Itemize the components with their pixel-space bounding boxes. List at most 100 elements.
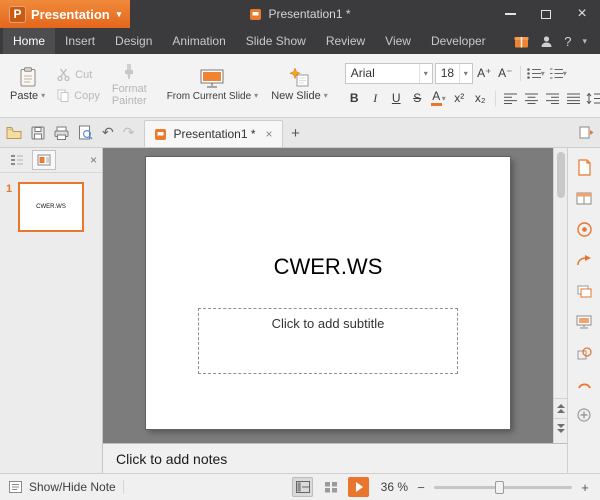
minimize-button[interactable] — [492, 0, 528, 28]
open-folder-icon[interactable] — [6, 126, 22, 139]
thumbnail-view-button[interactable] — [32, 150, 56, 170]
normal-view-button[interactable] — [292, 477, 313, 497]
chevron-down-icon — [557, 429, 565, 433]
zoom-slider-thumb[interactable] — [495, 481, 504, 494]
align-left-button[interactable] — [501, 89, 520, 108]
paste-label: Paste — [10, 90, 38, 102]
menubar-right-icons: ? ▾ — [514, 28, 597, 54]
slide-canvas[interactable]: CWER.WS Click to add subtitle — [103, 148, 553, 443]
line-spacing-button[interactable] — [585, 89, 600, 108]
cut-button[interactable]: Cut — [57, 68, 100, 81]
slides-panel-header: × — [0, 148, 102, 173]
close-tab-icon[interactable]: × — [266, 127, 273, 141]
zoom-slider[interactable] — [434, 486, 572, 489]
tab-view[interactable]: View — [375, 28, 421, 54]
maximize-icon — [541, 10, 551, 19]
format-painter-icon — [122, 63, 136, 80]
maximize-button[interactable] — [528, 0, 564, 28]
new-document-icon[interactable] — [573, 157, 595, 177]
save-icon[interactable] — [31, 126, 45, 140]
tab-bar-menu-button[interactable] — [579, 126, 594, 139]
slide-title-text[interactable]: CWER.WS — [146, 254, 510, 280]
numbered-list-button[interactable]: ▾ — [548, 64, 568, 83]
outline-view-button[interactable] — [5, 150, 29, 170]
slide-thumbnail-item[interactable]: 1 CWER.WS — [0, 173, 102, 241]
chevron-down-icon[interactable]: ▾ — [459, 64, 472, 83]
justify-button[interactable] — [564, 89, 583, 108]
align-center-button[interactable] — [522, 89, 541, 108]
tab-slide-show[interactable]: Slide Show — [236, 28, 316, 54]
undo-button[interactable]: ↶ — [102, 124, 114, 141]
copy-button[interactable]: Copy — [57, 89, 100, 102]
share-icon[interactable] — [573, 250, 595, 270]
previous-slide-button[interactable] — [554, 398, 567, 418]
projector-icon[interactable] — [573, 312, 595, 332]
tab-home[interactable]: Home — [3, 28, 55, 54]
tab-developer[interactable]: Developer — [421, 28, 496, 54]
chevron-down-icon: ▾ — [324, 92, 328, 101]
redo-button[interactable]: ↷ — [123, 124, 135, 141]
chevron-up-icon — [557, 409, 565, 413]
print-icon[interactable] — [54, 126, 69, 140]
next-slide-button[interactable] — [554, 418, 567, 438]
align-right-button[interactable] — [543, 89, 562, 108]
zoom-value[interactable]: 36 % — [376, 480, 408, 494]
underline-button[interactable]: U — [387, 89, 406, 108]
new-tab-button[interactable]: + — [283, 120, 309, 147]
help-button[interactable]: ? — [564, 34, 571, 49]
slide-navigation — [554, 398, 567, 443]
main-content: × 1 CWER.WS CWER.WS Click to add subtitl… — [0, 148, 600, 473]
close-panel-button[interactable]: × — [90, 153, 97, 167]
tab-design[interactable]: Design — [105, 28, 162, 54]
subscript-button[interactable]: x₂ — [471, 89, 490, 108]
print-preview-icon[interactable] — [78, 125, 93, 140]
user-account-icon[interactable] — [540, 35, 553, 48]
format-painter-button[interactable]: Format Painter — [106, 57, 153, 113]
paste-button[interactable]: Paste▾ — [4, 57, 51, 113]
add-pane-icon[interactable] — [573, 405, 595, 425]
slideshow-button[interactable] — [348, 477, 369, 497]
selection-pane-icon[interactable] — [573, 374, 595, 394]
duplicate-slide-icon[interactable] — [573, 281, 595, 301]
font-color-button[interactable]: A ▾ — [429, 89, 448, 108]
grow-font-button[interactable]: A⁺ — [475, 64, 494, 83]
slide-thumbnail[interactable]: CWER.WS — [18, 182, 84, 232]
gift-icon[interactable] — [514, 34, 529, 48]
document-tab-active[interactable]: Presentation1 * × — [144, 120, 282, 147]
scrollbar-thumb[interactable] — [557, 152, 565, 198]
resources-icon[interactable] — [573, 219, 595, 239]
close-button[interactable]: × — [564, 0, 600, 28]
subtitle-placeholder[interactable]: Click to add subtitle — [198, 308, 458, 374]
slide-sorter-view-button[interactable] — [320, 477, 341, 497]
notes-pane[interactable]: Click to add notes — [103, 443, 567, 473]
show-hide-note-button[interactable]: Show/Hide Note — [29, 480, 116, 494]
collapse-ribbon-icon[interactable]: ▾ — [582, 36, 587, 47]
app-menu-button[interactable]: P Presentation ▾ — [0, 0, 130, 28]
bold-button[interactable]: B — [345, 89, 364, 108]
slide-layout-icon[interactable] — [573, 188, 595, 208]
from-current-slide-button[interactable]: From Current Slide▾ — [161, 57, 264, 113]
bullet-list-button[interactable]: ▾ — [526, 64, 546, 83]
tab-insert[interactable]: Insert — [55, 28, 105, 54]
new-slide-button[interactable]: New Slide▾ — [265, 57, 334, 113]
slide[interactable]: CWER.WS Click to add subtitle — [146, 157, 510, 429]
superscript-button[interactable]: x² — [450, 89, 469, 108]
format-painter-label-2: Painter — [112, 95, 147, 107]
zoom-in-button[interactable]: + — [579, 480, 591, 495]
tab-animation[interactable]: Animation — [162, 28, 235, 54]
chevron-down-icon[interactable]: ▾ — [419, 64, 432, 83]
zoom-out-button[interactable]: − — [415, 480, 427, 495]
titlebar: P Presentation ▾ Presentation1 * × — [0, 0, 600, 28]
ribbon-separator — [520, 66, 521, 81]
shapes-icon[interactable] — [573, 343, 595, 363]
strikethrough-button[interactable]: S — [408, 89, 427, 108]
vertical-scrollbar[interactable] — [553, 148, 567, 443]
font-size-combobox[interactable]: 18 ▾ — [435, 63, 473, 84]
italic-button[interactable]: I — [366, 89, 385, 108]
tab-review[interactable]: Review — [316, 28, 375, 54]
chevron-down-icon: ▾ — [442, 94, 446, 103]
font-name-combobox[interactable]: Arial ▾ — [345, 63, 433, 84]
app-logo-icon: P — [9, 6, 26, 23]
presentation-app-window: P Presentation ▾ Presentation1 * × Home … — [0, 0, 600, 500]
shrink-font-button[interactable]: A⁻ — [496, 64, 515, 83]
